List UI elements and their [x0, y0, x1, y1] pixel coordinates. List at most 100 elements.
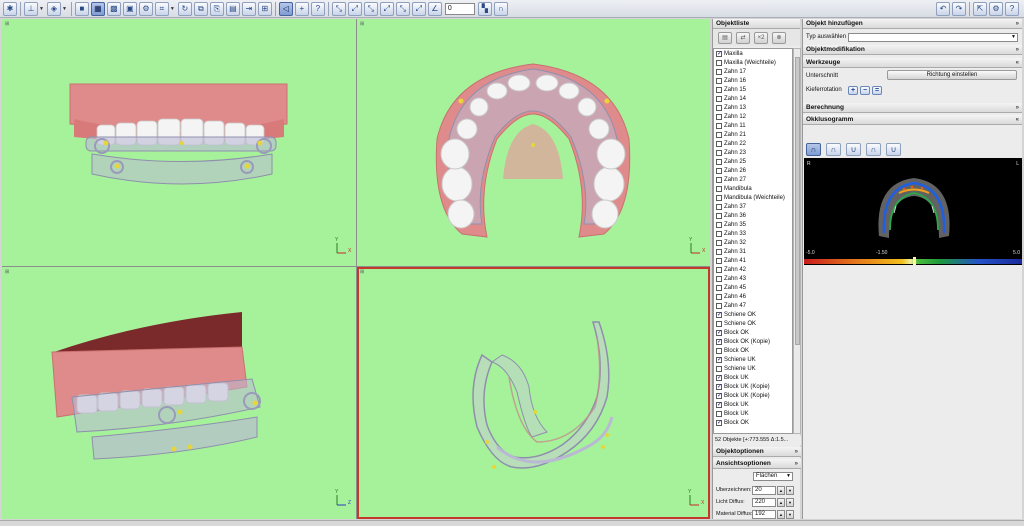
object-list-item[interactable]: Zahn 22	[714, 139, 792, 148]
duplicate-icon[interactable]: ×2	[754, 31, 768, 44]
object-list-item[interactable]: ✓ Block OK	[714, 328, 792, 337]
licht-diffus-input[interactable]: 220	[752, 497, 776, 507]
viewport-menu-icon[interactable]: ⊞	[5, 269, 9, 275]
object-list-item[interactable]: Schiene UK	[714, 364, 792, 373]
rotate-plus-button[interactable]: +	[848, 85, 858, 95]
object-list-item[interactable]: Zahn 26	[714, 166, 792, 175]
visibility-checkbox[interactable]: ✓	[716, 311, 722, 318]
redo-icon[interactable]: ↷	[952, 2, 966, 16]
object-list-item[interactable]: Zahn 35	[714, 220, 792, 229]
scale-threshold-marker[interactable]	[913, 257, 916, 265]
frame-icon[interactable]: ⌗	[154, 1, 169, 16]
visibility-checkbox[interactable]: ✓	[716, 356, 722, 363]
object-list-item[interactable]: Zahn 36	[714, 211, 792, 220]
invert-selection-icon[interactable]: ⇄	[736, 31, 750, 44]
folder-gear-icon[interactable]: ⚙	[138, 1, 153, 16]
visibility-checkbox[interactable]	[716, 302, 722, 309]
visibility-checkbox[interactable]	[716, 248, 722, 255]
visibility-checkbox[interactable]	[716, 365, 722, 372]
occlusogram-view[interactable]: R L -5.0 -1.50 5.0	[804, 158, 1022, 265]
collapse-icon[interactable]: «	[1016, 115, 1019, 125]
measure-icon[interactable]: ⤡	[331, 1, 346, 16]
toolbar-number-input[interactable]: 0	[444, 2, 475, 15]
visibility-checkbox[interactable]: ✓	[716, 419, 722, 426]
select-all-icon[interactable]: ▤	[718, 31, 732, 44]
collapse-icon[interactable]: »	[795, 459, 798, 469]
dropdown-arrow-icon[interactable]: ▼	[786, 497, 794, 507]
copy-link-icon[interactable]: ⎘	[209, 1, 224, 16]
object-list-item[interactable]: Zahn 41	[714, 256, 792, 265]
visibility-checkbox[interactable]	[716, 158, 722, 165]
delete-icon[interactable]: ⊗	[772, 31, 786, 44]
object-list-item[interactable]: Mandibula (Weichteile)	[714, 193, 792, 202]
object-list-item[interactable]: Zahn 27	[714, 175, 792, 184]
object-list-scrollbar[interactable]	[793, 48, 801, 434]
object-list-item[interactable]: Zahn 31	[714, 247, 792, 256]
object-list-item[interactable]: ✓ Block UK (Kopie)	[714, 391, 792, 400]
object-list-item[interactable]: Zahn 14	[714, 94, 792, 103]
ueberzeichnen-input[interactable]: 20	[752, 485, 776, 495]
plus-question-icon[interactable]: ?	[310, 1, 325, 16]
render-mode-select[interactable]: Flächen ▼	[753, 472, 793, 481]
typ-select[interactable]: ▼	[848, 32, 1018, 42]
visibility-checkbox[interactable]	[716, 77, 722, 84]
object-list-item[interactable]: ✓ Block OK (Kopie)	[714, 337, 792, 346]
object-list-item[interactable]: Zahn 25	[714, 157, 792, 166]
grid-view-icon[interactable]: ▩	[106, 1, 121, 16]
layout-icon[interactable]: ✱	[3, 1, 17, 16]
spin-arrows-icon[interactable]: ▲	[777, 509, 785, 519]
object-list-item[interactable]: Zahn 21	[714, 130, 792, 139]
viewport-front[interactable]: ⊞ Y X	[2, 19, 356, 266]
collapse-icon[interactable]: »	[1016, 45, 1019, 55]
measure3-icon[interactable]: ⤡	[363, 1, 378, 16]
object-list-item[interactable]: Zahn 11	[714, 121, 792, 130]
object-list-item[interactable]: Zahn 23	[714, 148, 792, 157]
richtung-einstellen-button[interactable]: Richtung einstellen	[887, 70, 1017, 80]
dropdown-arrow-icon[interactable]: ▼	[786, 509, 794, 519]
folder-node-icon[interactable]: ⊞	[257, 1, 272, 16]
visibility-checkbox[interactable]	[716, 320, 722, 327]
export-icon[interactable]: ⇱	[973, 2, 987, 16]
visibility-checkbox[interactable]: ✓	[716, 338, 722, 345]
object-list-item[interactable]: Zahn 47	[714, 301, 792, 310]
viewport-menu-icon[interactable]: ⊞	[5, 21, 9, 27]
spin-arrows-icon[interactable]: ▲	[777, 497, 785, 507]
object-list-item[interactable]: Block UK	[714, 409, 792, 418]
arch-double-lower-icon[interactable]: ∪	[886, 143, 901, 156]
collapse-icon[interactable]: »	[795, 447, 798, 457]
quad-view-icon[interactable]: ▦	[90, 1, 105, 16]
dropdown-arrow-icon[interactable]: ▼	[62, 6, 67, 12]
dropdown-arrow-icon[interactable]: ▼	[39, 6, 44, 12]
object-list-item[interactable]: ✓ Block UK	[714, 400, 792, 409]
object-list-item[interactable]: ✓ Schiene OK	[714, 310, 792, 319]
folder-arrow-icon[interactable]: ⇥	[241, 1, 256, 16]
objektmodifikation-header[interactable]: Objektmodifikation »	[803, 45, 1022, 55]
dropdown-arrow-icon[interactable]: ▼	[170, 6, 175, 12]
visibility-checkbox[interactable]: ✓	[716, 50, 722, 57]
object-list-item[interactable]: Zahn 16	[714, 76, 792, 85]
visibility-checkbox[interactable]	[716, 176, 722, 183]
visibility-checkbox[interactable]	[716, 266, 722, 273]
object-list-item[interactable]: Zahn 45	[714, 283, 792, 292]
viewport-splint[interactable]: ⊞ Y X	[357, 267, 710, 519]
undo-icon[interactable]: ↶	[936, 2, 950, 16]
folder-open-icon[interactable]: ▣	[122, 1, 137, 16]
visibility-checkbox[interactable]	[716, 149, 722, 156]
arch-filled-icon[interactable]: ∩	[806, 143, 821, 156]
viewport-side[interactable]: ⊞ Y Z	[2, 267, 356, 519]
object-list-item[interactable]: ✓ Schiene UK	[714, 355, 792, 364]
visibility-checkbox[interactable]	[716, 230, 722, 237]
measure6-icon[interactable]: ⤢	[411, 1, 426, 16]
visibility-checkbox[interactable]	[716, 113, 722, 120]
visibility-checkbox[interactable]: ✓	[716, 392, 722, 399]
help-icon[interactable]: ?	[1005, 2, 1019, 16]
visibility-checkbox[interactable]	[716, 167, 722, 174]
arch-lower-icon[interactable]: ∪	[846, 143, 861, 156]
visibility-checkbox[interactable]	[716, 95, 722, 102]
scroll-thumb[interactable]	[795, 57, 800, 345]
angle-icon[interactable]: ∠	[427, 1, 442, 16]
settings-icon[interactable]: ⚙	[989, 2, 1003, 16]
checker-icon[interactable]: ▚	[477, 1, 492, 16]
visibility-checkbox[interactable]	[716, 203, 722, 210]
object-list-item[interactable]: ✓ Maxilla	[714, 49, 792, 58]
